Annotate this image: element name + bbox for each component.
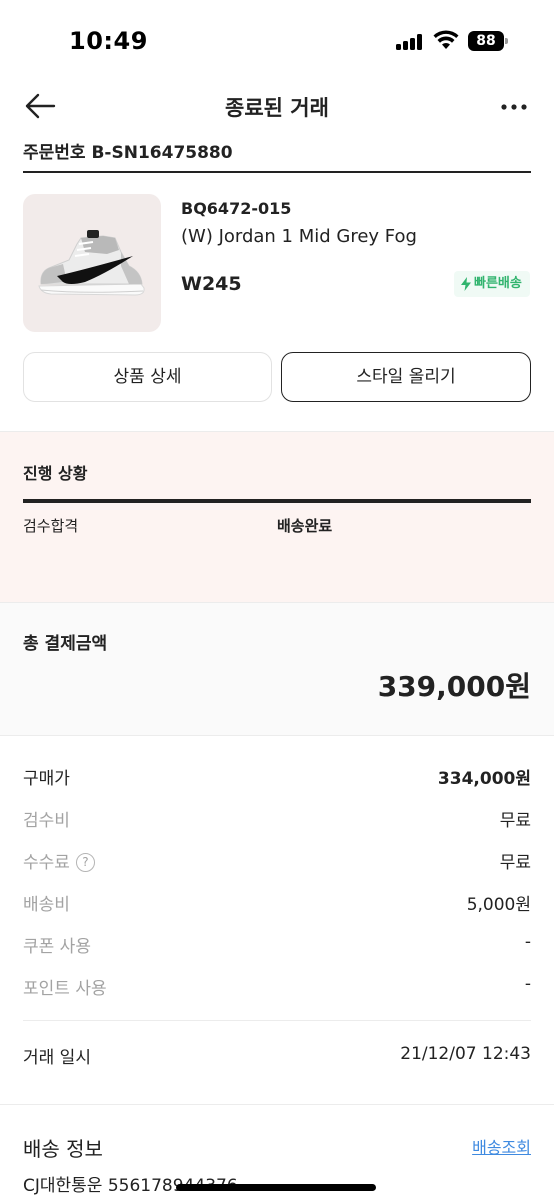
fee-row-coupon: 쿠폰 사용 - <box>23 932 531 958</box>
fee-value: 5,000원 <box>466 895 531 915</box>
product-size: W245 <box>181 273 242 295</box>
fee-label: 수수료 <box>23 853 70 873</box>
header: 종료된 거래 <box>0 82 554 132</box>
upload-style-button[interactable]: 스타일 올리기 <box>281 352 531 402</box>
fee-row-commission: 수수료? 무료 <box>23 848 531 874</box>
status-bar: 10:49 88 <box>0 0 554 82</box>
progress-section: 진행 상황 검수합격 배송완료 <box>0 432 554 602</box>
fee-label: 검수비 <box>23 811 70 831</box>
fee-value: - <box>524 932 531 952</box>
fee-label: 포인트 사용 <box>23 979 107 999</box>
more-options-icon[interactable] <box>500 92 530 122</box>
fee-value: 무료 <box>499 853 531 873</box>
progress-step-delivered: 배송완료 <box>277 517 333 535</box>
product-model-number: BQ6472-015 <box>181 199 292 218</box>
fee-value: 334,000원 <box>437 769 531 789</box>
product-name[interactable]: (W) Jordan 1 Mid Grey Fog <box>181 226 417 247</box>
fee-label: 쿠폰 사용 <box>23 937 91 957</box>
help-question-icon[interactable]: ? <box>75 853 95 872</box>
fee-row-inspection: 검수비 무료 <box>23 806 531 832</box>
total-payment-section: 총 결제금액 339,000원 <box>0 603 554 735</box>
progress-step-inspection-passed: 검수합격 <box>23 517 79 535</box>
wifi-icon <box>433 30 459 49</box>
product-detail-button[interactable]: 상품 상세 <box>23 352 272 402</box>
trade-date-value: 21/12/07 12:43 <box>400 1044 531 1064</box>
battery-level: 88 <box>468 31 504 51</box>
fee-divider <box>23 1020 531 1021</box>
order-divider <box>23 171 531 173</box>
cellular-signal-icon <box>396 34 426 50</box>
progress-title: 진행 상황 <box>23 464 88 483</box>
product-image[interactable] <box>23 194 161 332</box>
fee-value: - <box>524 974 531 994</box>
lightning-icon <box>461 277 471 291</box>
home-indicator[interactable] <box>176 1184 376 1191</box>
fast-delivery-label: 빠른배송 <box>474 276 522 291</box>
fast-delivery-badge: 빠른배송 <box>454 271 530 297</box>
trade-date-label: 거래 일시 <box>23 1048 91 1068</box>
fee-value: 무료 <box>499 811 531 831</box>
battery-icon: 88 <box>468 31 508 51</box>
fee-label: 배송비 <box>23 895 70 915</box>
page-title: 종료된 거래 <box>225 96 329 120</box>
shipping-info-title: 배송 정보 <box>23 1137 103 1161</box>
section-divider <box>0 735 554 736</box>
total-payment-label: 총 결제금액 <box>23 634 108 654</box>
fee-row-purchase-price: 구매가 334,000원 <box>23 764 531 790</box>
fee-label: 구매가 <box>23 769 70 789</box>
sneaker-illustration <box>38 230 145 296</box>
fee-row-points: 포인트 사용 - <box>23 974 531 1000</box>
track-shipment-link[interactable]: 배송조회 <box>472 1134 531 1158</box>
progress-bar <box>23 499 531 503</box>
fee-row-shipping: 배송비 5,000원 <box>23 890 531 916</box>
total-payment-value: 339,000원 <box>377 670 531 703</box>
status-time: 10:49 <box>69 27 148 55</box>
section-divider <box>0 1104 554 1105</box>
order-number: 주문번호 B-SN16475880 <box>23 143 233 163</box>
